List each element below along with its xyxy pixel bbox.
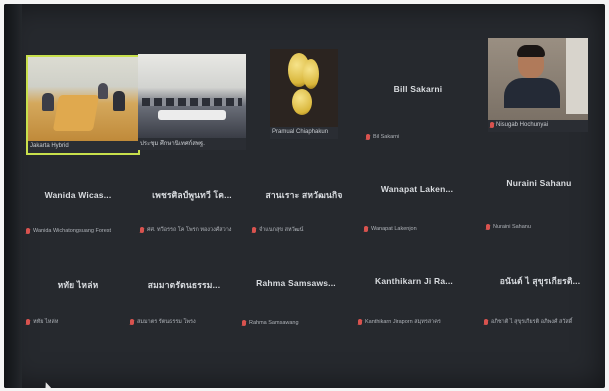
participant-name: Pramual Chiaphakun: [272, 129, 329, 135]
mic-muted-icon: [358, 319, 362, 325]
participant-name: Nisugab Hochunyai: [490, 120, 548, 130]
participant-video: [138, 54, 246, 138]
mic-muted-icon: [484, 319, 488, 325]
mic-muted-icon: [486, 224, 490, 230]
mic-muted-icon: [490, 122, 494, 128]
participant-tile[interactable]: หทัย ไหล่ห หทัย ไหล่ห: [24, 254, 132, 330]
participant-tile[interactable]: สมมาตรัตนธรรม... สมมาตร รัตนธรรม โพรง: [128, 254, 240, 330]
participant-name: Rahma Samsawang: [242, 320, 299, 326]
participant-display-name: สานเราะ สหวัฒนกิจ: [265, 190, 343, 200]
video-tile[interactable]: ประชุม ศึกษานิเทศก์สพฐ.: [138, 54, 246, 150]
mic-muted-icon: [242, 320, 246, 326]
participant-tile[interactable]: สานเราะ สหวัฒนกิจ จำแนกสุข สหวัฒน์: [250, 164, 358, 238]
participant-tile[interactable]: Bill Sakarni Bil Sakarni: [364, 54, 472, 144]
participant-display-name: Nuraini Sahanu: [506, 178, 572, 188]
participant-name: Wanapat Lakenjon: [364, 226, 417, 232]
mic-muted-icon: [366, 134, 370, 140]
participant-display-name: อนันต์ ไ สุขุรเกียรติ...: [499, 276, 581, 286]
participant-tile[interactable]: Kanthikarn Ji Ra... Kanthikarn Jiraporn …: [356, 252, 472, 330]
participant-display-name: Wanapat Laken...: [380, 184, 454, 194]
participant-name: ประชุม ศึกษานิเทศก์สพฐ.: [140, 141, 205, 147]
participant-tile[interactable]: Nuraini Sahanu Nuraini Sahanu: [484, 156, 594, 234]
mic-muted-icon: [364, 226, 368, 232]
participant-video: [28, 57, 138, 141]
video-tile[interactable]: Jakarta Hybrid: [26, 55, 140, 155]
participant-display-name: เพชรศิลป์พูนทวี โค...: [152, 190, 232, 200]
participant-name: อภิชาติ ไ สุขุรเกียรติ อภิพงศ์ สวัสดิ์: [484, 318, 572, 326]
participant-video: [270, 49, 338, 127]
participant-tile[interactable]: Rahma Samsaws... Rahma Samsawang: [240, 254, 352, 330]
participant-display-name: หทัย ไหล่ห: [57, 280, 99, 290]
participant-display-name: Bill Sakarni: [393, 84, 443, 94]
participant-name: Bil Sakarni: [366, 134, 399, 140]
participant-name: สมมาตร รัตนธรรม โพรง: [130, 318, 196, 326]
monitor-bezel: [4, 4, 22, 388]
participant-tile[interactable]: อนันต์ ไ สุขุรเกียรติ... อภิชาติ ไ สุขุร…: [482, 250, 598, 330]
participant-video: [488, 38, 588, 120]
participant-display-name: Wanida Wicas...: [44, 190, 112, 200]
video-conference-screen: Jakarta Hybrid ประชุม ศึกษานิเทศก์สพฐ. P…: [4, 4, 605, 388]
video-tile[interactable]: Pramual Chiaphakun: [270, 49, 338, 139]
participant-name: ศศ. ทวีอรรถ โค โพรก ทองวงศ์สวาง: [140, 226, 231, 234]
participant-name: Kanthikarn Jiraporn สมุทรสาคร: [358, 318, 441, 326]
participant-name: Nuraini Sahanu: [486, 224, 531, 230]
video-tile[interactable]: Nisugab Hochunyai: [488, 38, 588, 132]
mic-muted-icon: [26, 228, 30, 234]
participant-tile[interactable]: Wanapat Laken... Wanapat Lakenjon: [362, 160, 472, 236]
participant-name: Wanida Wichatongsuang Forest: [26, 228, 111, 234]
participant-display-name: Rahma Samsaws...: [256, 278, 336, 288]
participant-display-name: Kanthikarn Ji Ra...: [375, 276, 453, 286]
mouse-cursor-icon: [42, 381, 52, 388]
mic-muted-icon: [26, 319, 30, 325]
mic-muted-icon: [140, 227, 144, 233]
mic-muted-icon: [130, 319, 134, 325]
participant-name: จำแนกสุข สหวัฒน์: [252, 226, 303, 234]
participant-name: หทัย ไหล่ห: [26, 318, 58, 326]
participant-display-name: สมมาตรัตนธรรม...: [147, 280, 221, 290]
participant-tile[interactable]: Wanida Wicas... Wanida Wichatongsuang Fo…: [24, 164, 132, 238]
mic-muted-icon: [252, 227, 256, 233]
participant-tile[interactable]: เพชรศิลป์พูนทวี โค... ศศ. ทวีอรรถ โค โพร…: [138, 164, 246, 238]
participant-name: Jakarta Hybrid: [30, 143, 69, 149]
